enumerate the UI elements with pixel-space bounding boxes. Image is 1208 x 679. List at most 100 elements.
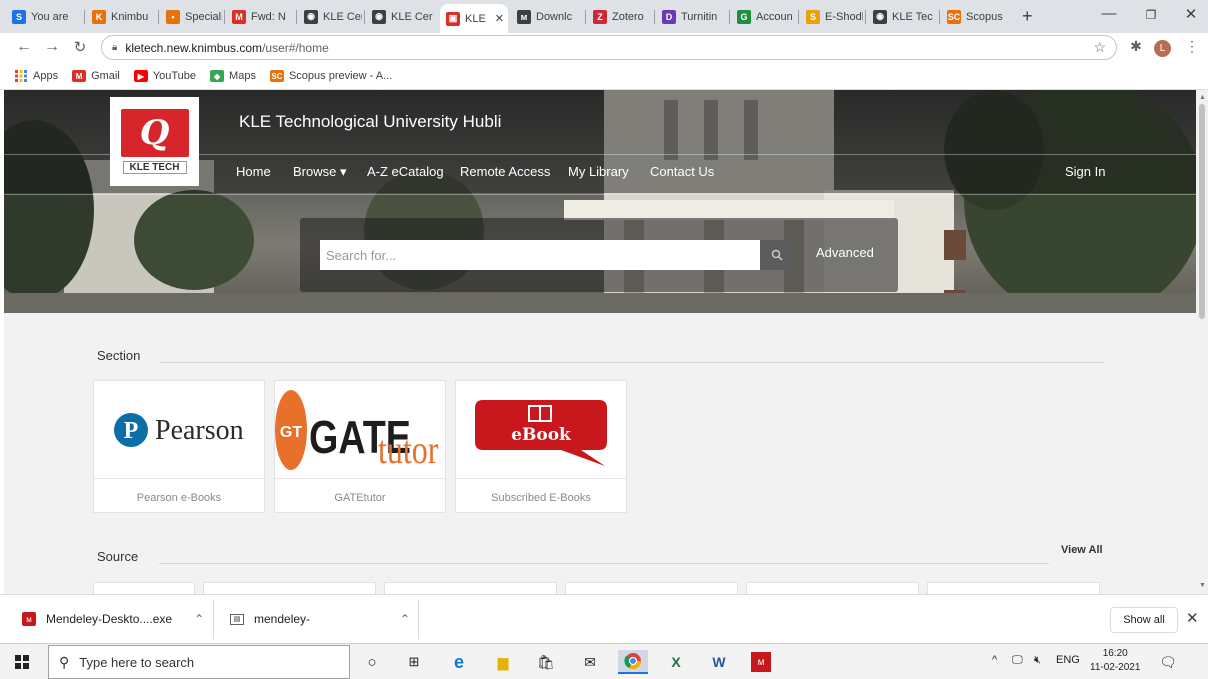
network-icon[interactable]: 🖵︎ <box>1012 654 1023 667</box>
excel-icon[interactable]: X <box>664 650 688 674</box>
close-tab-icon[interactable]: ✕ <box>495 12 504 25</box>
scrollbar-thumb[interactable] <box>1199 104 1205 319</box>
sign-in-link[interactable]: Sign In <box>1065 164 1105 179</box>
search-input[interactable] <box>320 240 760 270</box>
bookmark-item[interactable]: ◆ Maps <box>210 70 256 82</box>
clock[interactable]: 16:20 11-02-2021 <box>1090 647 1140 675</box>
tab-separator <box>865 10 866 24</box>
tab-favicon-icon: S <box>12 9 26 24</box>
forward-arrow-icon[interactable]: → <box>42 38 62 56</box>
mendeley-taskbar-icon[interactable]: ᴍ <box>751 652 771 672</box>
tab-separator <box>296 10 297 24</box>
bookmark-favicon-icon: M <box>72 70 87 82</box>
source-card[interactable] <box>93 582 195 594</box>
card-gatetutor[interactable]: GT GATE tutor GATEtutor <box>274 380 446 513</box>
download-item-mendeley-exe[interactable]: ᴍ Mendeley-Deskto....exe ⌃ <box>22 595 204 643</box>
notifications-icon[interactable]: 🗨︎ <box>1156 650 1180 674</box>
volume-muted-icon[interactable]: 🔇︎ <box>1034 654 1041 667</box>
tab-item[interactable]: Z Zotero <box>587 4 652 29</box>
source-card[interactable] <box>384 582 557 594</box>
tab-item[interactable]: ◉ KLE Cer <box>298 4 362 29</box>
nav-home[interactable]: Home <box>236 164 271 179</box>
tab-favicon-icon: Z <box>593 9 607 24</box>
chrome-icon[interactable] <box>618 650 648 674</box>
tab-item[interactable]: ▣ KLE ✕ <box>440 4 508 33</box>
profile-avatar[interactable]: L <box>1154 40 1171 57</box>
page-viewport: Q KLE TECH KLE Technological University … <box>4 90 1196 594</box>
language-indicator[interactable]: ENG <box>1056 654 1080 666</box>
bookmark-star-icon[interactable]: ☆ <box>1093 39 1106 56</box>
tray-chevron-icon[interactable]: ^ <box>992 654 997 666</box>
source-card[interactable] <box>203 582 376 594</box>
bookmark-item[interactable]: M Gmail <box>72 70 120 82</box>
chevron-up-icon[interactable]: ⌃ <box>194 612 204 626</box>
url-field[interactable]: 🔒︎ kletech.new.knimbus.com/user#/home ☆ <box>101 35 1117 60</box>
taskbar-search-box[interactable]: ⚲ Type here to search <box>48 645 350 679</box>
bookmark-item[interactable]: SC Scopus preview - A... <box>269 70 392 82</box>
card-subscribed-ebooks[interactable]: eBook Subscribed E-Books <box>455 380 627 513</box>
gatetutor-tutor-text: tutor <box>378 427 438 471</box>
tab-item[interactable]: M Fwd: N <box>226 4 294 29</box>
restore-icon[interactable]: ❐ <box>1136 8 1166 22</box>
tab-item[interactable]: ◉ KLE Cer <box>366 4 436 29</box>
download-item-mendeley[interactable]: ▤ mendeley- ⌃ <box>230 595 410 643</box>
tab-favicon-icon: ᴍ <box>517 9 531 24</box>
new-tab-button[interactable]: + <box>1022 6 1033 27</box>
back-arrow-icon[interactable]: ← <box>14 38 34 56</box>
tab-item[interactable]: S E-Shodl <box>800 4 863 29</box>
card-pearson[interactable]: P Pearson Pearson e-Books <box>93 380 265 513</box>
cortana-icon[interactable]: ○ <box>360 650 384 674</box>
bookmark-item[interactable]: Apps <box>14 70 58 82</box>
tab-favicon-icon: ▪ <box>166 9 180 24</box>
tab-label: KLE Cer <box>391 10 433 23</box>
edge-icon[interactable]: e <box>447 650 471 674</box>
scroll-up-icon[interactable]: ▲ <box>1199 94 1206 101</box>
source-card[interactable] <box>565 582 738 594</box>
tab-favicon-icon: D <box>662 9 676 24</box>
menu-dots-icon[interactable]: ⋮ <box>1182 38 1202 55</box>
source-card[interactable] <box>927 582 1100 594</box>
extensions-icon[interactable]: ✱ <box>1126 38 1146 55</box>
advanced-search-link[interactable]: Advanced <box>816 245 874 260</box>
windows-start-icon[interactable] <box>10 650 34 674</box>
kle-tech-logo[interactable]: Q KLE TECH <box>110 97 199 186</box>
nav-contact-us[interactable]: Contact Us <box>650 164 714 179</box>
tab-item[interactable]: D Turnitin <box>656 4 727 29</box>
nav-az-ecatalog[interactable]: A-Z eCatalog <box>367 164 444 179</box>
minimize-icon[interactable]: — <box>1094 5 1124 22</box>
bookmark-item[interactable]: ▶ YouTube <box>133 70 196 82</box>
tab-item[interactable]: ◉ KLE Tec <box>867 4 937 29</box>
tab-item[interactable]: K Knimbu <box>86 4 156 29</box>
ebook-brand-text: eBook <box>511 425 572 445</box>
scroll-down-icon[interactable]: ▼ <box>1199 582 1206 589</box>
tab-item[interactable]: ▪ Speciali <box>160 4 222 29</box>
store-icon[interactable]: 🛍︎ <box>534 650 558 674</box>
tab-item[interactable]: G Accoun <box>731 4 796 29</box>
mail-icon[interactable]: ✉︎ <box>578 650 602 674</box>
chevron-up-icon[interactable]: ⌃ <box>400 612 410 626</box>
close-download-shelf-icon[interactable]: ✕ <box>1186 609 1199 627</box>
tab-separator <box>654 10 655 24</box>
clock-date: 11-02-2021 <box>1090 662 1141 673</box>
tab-separator <box>939 10 940 24</box>
show-all-button[interactable]: Show all <box>1110 607 1178 633</box>
tab-favicon-icon: K <box>92 9 106 24</box>
tab-item[interactable]: ᴍ Downlc <box>511 4 583 29</box>
nav-my-library[interactable]: My Library <box>568 164 629 179</box>
nav-browse[interactable]: Browse ▾ <box>293 164 347 180</box>
file-explorer-icon[interactable]: ▆ <box>491 650 515 674</box>
word-icon[interactable]: W <box>707 650 731 674</box>
address-bar-row: ← → ↻ 🔒︎ kletech.new.knimbus.com/user#/h… <box>0 33 1208 63</box>
reload-icon[interactable]: ↻ <box>70 38 90 56</box>
view-all-link[interactable]: View All <box>1061 544 1103 556</box>
tab-label: Downlc <box>536 10 573 23</box>
close-window-icon[interactable]: ✕ <box>1176 5 1206 23</box>
tab-separator <box>585 10 586 24</box>
nav-divider <box>4 194 1196 195</box>
nav-remote-access[interactable]: Remote Access <box>460 164 550 179</box>
tab-item[interactable]: SC Scopus <box>941 4 1007 29</box>
source-card[interactable] <box>746 582 919 594</box>
search-button[interactable] <box>760 240 794 270</box>
tab-item[interactable]: S You are <box>6 4 82 29</box>
task-view-icon[interactable]: ⊞ <box>402 650 426 674</box>
